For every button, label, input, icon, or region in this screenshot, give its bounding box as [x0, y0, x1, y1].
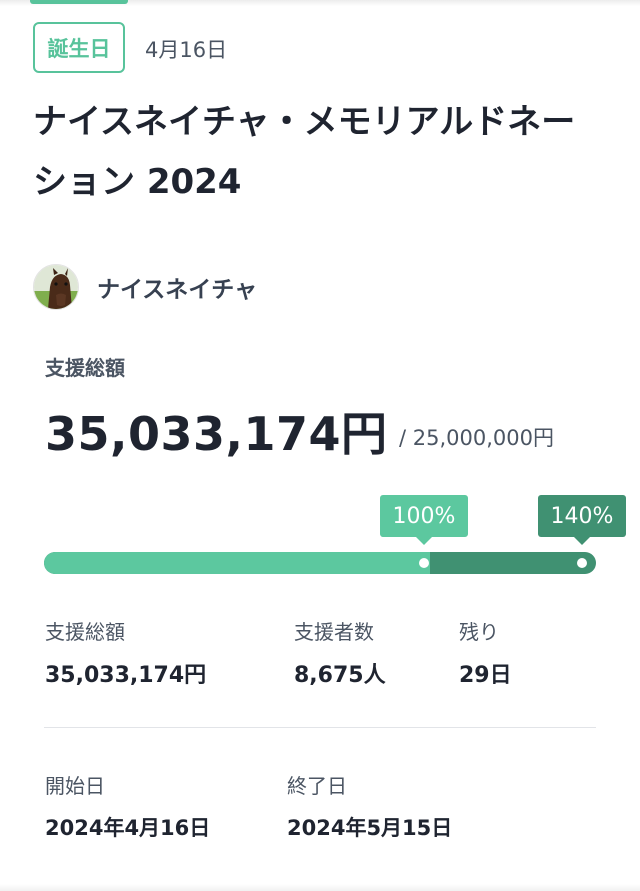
stat-label-total: 支援総額	[45, 620, 125, 644]
top-edge	[0, 0, 640, 6]
milestone-100-marker	[419, 558, 429, 568]
stat-label-supporters: 支援者数	[294, 620, 374, 644]
stat-label-remaining: 残り	[459, 620, 499, 644]
progress-bar-fill	[44, 552, 431, 574]
owner-name: ナイスネイチャ	[97, 277, 258, 303]
goal-amount: / 25,000,000円	[399, 426, 554, 450]
bottom-edge	[0, 884, 640, 891]
end-date-value: 2024年5月15日	[287, 816, 453, 840]
project-title: ナイスネイチャ・メモリアルドネーション 2024	[33, 102, 576, 202]
divider	[44, 727, 596, 728]
event-date: 4月16日	[145, 38, 228, 62]
owner-link[interactable]: ナイスネイチャ	[33, 264, 257, 310]
progress-bar	[44, 552, 596, 574]
milestone-100-badge: 100%	[380, 495, 468, 545]
stat-value-remaining: 29日	[459, 663, 512, 688]
start-date-label: 開始日	[45, 774, 105, 798]
stat-value-supporters: 8,675人	[294, 663, 386, 688]
total-support-amount: 35,033,174円	[45, 407, 388, 461]
stat-value-total: 35,033,174円	[45, 663, 207, 688]
horse-avatar-icon	[33, 264, 79, 310]
milestone-140-badge: 140%	[538, 495, 626, 545]
end-date-label: 終了日	[287, 774, 347, 798]
birthday-tag: 誕生日	[33, 22, 125, 73]
top-tab-indicator	[30, 0, 128, 4]
total-support-label: 支援総額	[45, 356, 125, 380]
milestone-140-marker	[577, 558, 587, 568]
start-date-value: 2024年4月16日	[45, 816, 211, 840]
